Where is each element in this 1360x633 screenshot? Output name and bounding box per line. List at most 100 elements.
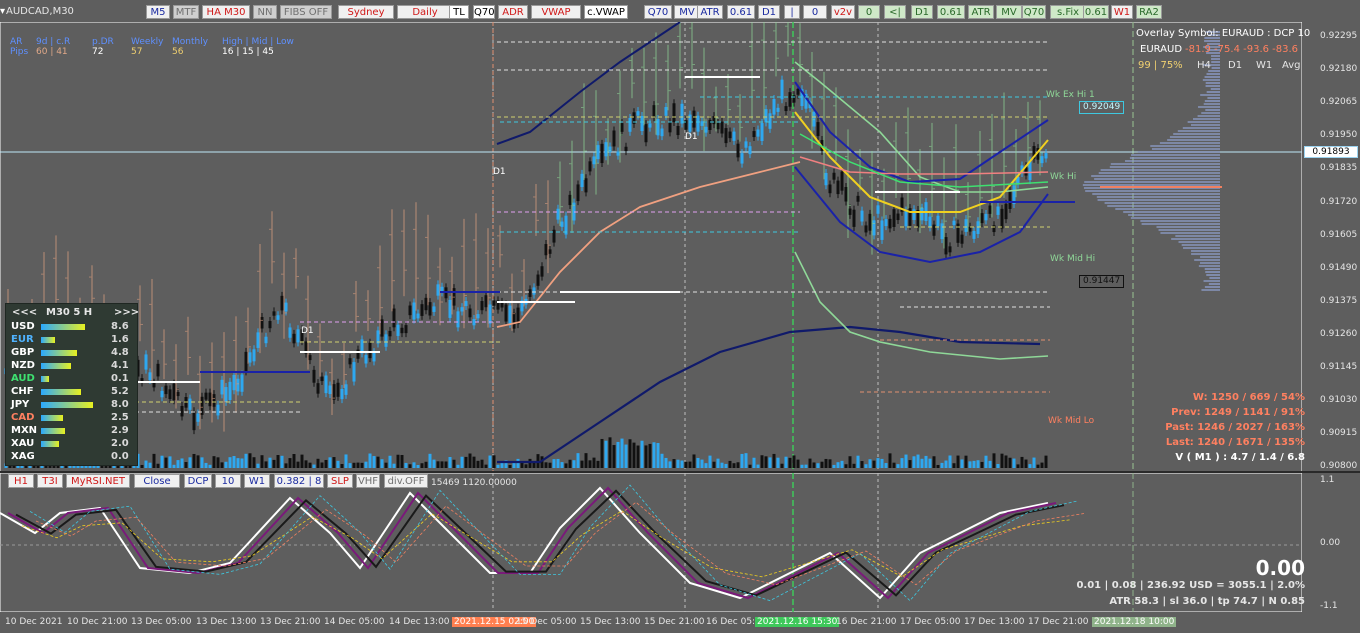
candle-body [348,358,352,365]
toolbar-button-24[interactable]: ATR [968,5,994,19]
candle-body [628,118,632,132]
candle-body [252,349,256,362]
menu-triangle-icon[interactable]: ▾ [0,6,5,18]
volume-bar [932,456,936,468]
oscillator-chart[interactable] [0,473,1302,612]
candle-body [368,342,372,359]
overlay-tf-h4[interactable]: H4 [1197,60,1211,72]
toolbar-button-7[interactable]: TL [449,5,469,19]
panel-value: 2.9 [111,425,129,436]
volume-bar [652,442,656,468]
volume-bar [460,456,464,468]
volume-bar [212,456,216,468]
toolbar-button-12[interactable]: Q70 [644,5,672,19]
volume-bar [156,463,160,468]
candle-body [292,333,296,344]
volume-bar [752,457,756,468]
volume-bar [696,457,700,468]
panel-row-cad: CAD 2.5 [11,412,136,424]
toolbar-button-3[interactable]: NN [253,5,277,19]
toolbar-button-10[interactable]: VWAP [531,5,581,19]
candle-body [372,352,376,362]
volume-bar [340,464,344,468]
volume-bar [568,459,572,468]
volume-bar [268,457,272,468]
candle-body [760,123,764,141]
toolbar-button-25[interactable]: MV [996,5,1022,19]
panel-symbol: JPY [11,399,30,410]
sub-stats-line1: 0.01 | 0.08 | 236.92 USD = 3055.1 | 2.0% [1076,580,1305,591]
volume-bar [284,463,288,468]
toolbar-button-9[interactable]: ADR [498,5,528,19]
panel-prev-button[interactable]: <<< [12,307,37,319]
volume-bar [868,459,872,468]
toolbar-button-21[interactable]: <| [884,5,906,19]
panel-next-button[interactable]: >>> [114,307,139,319]
overlay-tf-w1[interactable]: W1 [1256,60,1272,72]
toolbar-button-22[interactable]: D1 [911,5,933,19]
volume-bar [920,458,924,468]
candle-body [448,299,452,318]
volume-bar [636,445,640,468]
toolbar-button-11[interactable]: c.VWAP [584,5,628,19]
volume-bar [232,456,236,468]
toolbar-button-27[interactable]: s.Fix [1050,5,1086,19]
date-label: 14 Dec 13:00 [389,617,450,627]
toolbar-button-23[interactable]: 0.61 [937,5,965,19]
toolbar-button-6[interactable]: Daily [397,5,453,19]
candle-body [884,219,888,227]
candle-body [704,126,708,133]
toolbar-button-1[interactable]: MTF [173,5,199,19]
candle-body [248,352,252,363]
candle-body [956,223,960,243]
candle-body [780,79,784,100]
volume-bar [620,438,624,468]
candle-body [432,306,436,312]
volume-bar [616,441,620,468]
overlay-tf-d1[interactable]: D1 [1228,60,1242,72]
volume-bar [264,461,268,468]
strength-bar [41,324,85,330]
oscillator-frame [0,473,1302,612]
strength-bar [41,402,93,408]
candle-body [324,375,328,394]
top-toolbar: AUDCAD,M30 ▾ M5 MTF HA M30 NN FIBS OFF Sydney… [0,0,1360,22]
toolbar-button-8[interactable]: Q70 [473,5,495,19]
toolbar-button-18[interactable]: 0 [803,5,827,19]
candle-body [768,113,772,129]
volume-bar [788,457,792,468]
current-price-tag: 0.91893 [1304,146,1358,158]
panel-value: 2.5 [111,412,129,423]
candle-body [652,105,656,118]
toolbar-button-26[interactable]: Q70 [1022,5,1046,19]
toolbar-button-20[interactable]: 0 [858,5,880,19]
toolbar-button-2[interactable]: HA M30 [202,5,250,19]
toolbar-button-4[interactable]: FIBS OFF [280,5,332,19]
volume-bar [416,464,420,468]
candle-body [148,372,152,381]
toolbar-button-16[interactable]: D1 [758,5,780,19]
toolbar-button-15[interactable]: 0.61 [727,5,755,19]
toolbar-button-17[interactable]: | [784,5,800,19]
toolbar-button-14[interactable]: ATR [697,5,723,19]
candle-body [492,300,496,306]
main-price-chart[interactable] [0,22,1302,472]
candle-body [528,289,532,297]
toolbar-button-28[interactable]: 0.61 [1083,5,1109,19]
candle-body [556,208,560,220]
candle-body [336,382,340,397]
volume-bar [260,455,264,468]
toolbar-button-30[interactable]: RA2 [1136,5,1162,19]
panel-symbol: XAG [11,451,35,462]
volume-bar [928,458,932,468]
candle-body [960,234,964,244]
volume-bar [560,462,564,468]
toolbar-button-5[interactable]: Sydney [338,5,394,19]
toolbar-button-19[interactable]: v2v [831,5,855,19]
toolbar-button-0[interactable]: M5 [146,5,170,19]
candle-body [788,92,792,107]
overlay-tf-avg[interactable]: Avg [1282,60,1301,72]
volume-bar [876,458,880,468]
strength-bar [41,415,63,421]
toolbar-button-29[interactable]: W1 [1111,5,1133,19]
